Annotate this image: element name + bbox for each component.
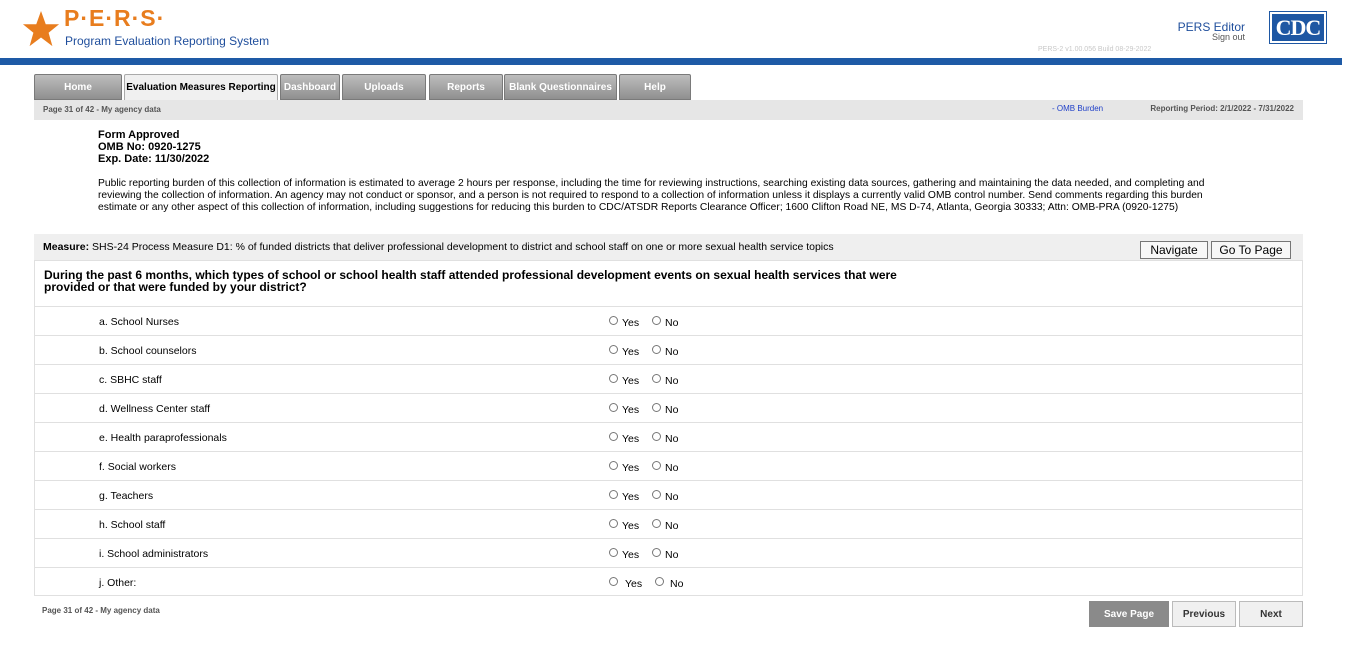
tab-help[interactable]: Help — [619, 74, 691, 100]
no-label[interactable]: No — [665, 462, 678, 474]
question-row: d. Wellness Center staff Yes No — [35, 393, 1302, 422]
previous-button[interactable]: Previous — [1172, 601, 1236, 627]
yes-label[interactable]: Yes — [622, 520, 639, 532]
no-label[interactable]: No — [665, 491, 678, 503]
yes-label[interactable]: Yes — [625, 578, 642, 590]
cdc-logo: CDC — [1269, 11, 1327, 44]
question-row: h. School staff Yes No — [35, 509, 1302, 538]
row-label: h. School staff — [99, 519, 166, 531]
page-indicator: Page 31 of 42 - My agency data — [43, 105, 161, 114]
measure-bar: Measure: SHS-24 Process Measure D1: % of… — [34, 234, 1303, 260]
no-radio[interactable] — [652, 519, 661, 528]
tab-reports[interactable]: Reports — [429, 74, 503, 100]
yes-label[interactable]: Yes — [622, 317, 639, 329]
app-logo-subtitle: Program Evaluation Reporting System — [65, 34, 270, 48]
no-label[interactable]: No — [665, 520, 678, 532]
question-row: g. Teachers Yes No — [35, 480, 1302, 509]
no-radio[interactable] — [652, 345, 661, 354]
yes-label[interactable]: Yes — [622, 346, 639, 358]
yes-radio[interactable] — [609, 345, 618, 354]
reporting-period: Reporting Period: 2/1/2022 - 7/31/2022 — [1150, 104, 1294, 113]
yes-label[interactable]: Yes — [622, 375, 639, 387]
footer-page-indicator: Page 31 of 42 - My agency data — [42, 606, 160, 615]
form-approved-block: Form Approved OMB No: 0920-1275 Exp. Dat… — [98, 129, 209, 165]
measure-label: Measure: — [43, 241, 90, 253]
omb-number: OMB No: 0920-1275 — [98, 141, 201, 153]
no-label[interactable]: No — [670, 578, 683, 590]
sign-out-link[interactable]: Sign out — [1212, 32, 1245, 42]
no-radio[interactable] — [652, 432, 661, 441]
question-row: f. Social workers Yes No — [35, 451, 1302, 480]
no-label[interactable]: No — [665, 346, 678, 358]
version-info: PERS-2 v1.00.056 Build 08-29-2022 — [1038, 46, 1152, 53]
yes-radio[interactable] — [609, 461, 618, 470]
yes-radio[interactable] — [609, 403, 618, 412]
tab-dashboard[interactable]: Dashboard — [280, 74, 340, 100]
form-approved-label: Form Approved — [98, 129, 180, 141]
navigate-button[interactable]: Navigate — [1140, 241, 1208, 259]
row-label: d. Wellness Center staff — [99, 403, 211, 415]
yes-radio[interactable] — [609, 548, 618, 557]
star-logo-icon — [22, 10, 60, 47]
no-radio[interactable] — [652, 461, 661, 470]
row-label: e. Health paraprofessionals — [99, 432, 227, 444]
no-radio[interactable] — [652, 316, 661, 325]
question-row: a. School Nurses Yes No — [35, 306, 1302, 335]
measure-description: Measure: SHS-24 Process Measure D1: % of… — [43, 241, 834, 253]
row-label: a. School Nurses — [99, 316, 179, 328]
question-row: j. Other: Yes No — [35, 567, 1302, 596]
yes-label[interactable]: Yes — [622, 433, 639, 445]
no-radio[interactable] — [652, 403, 661, 412]
next-button[interactable]: Next — [1239, 601, 1303, 627]
question-panel: During the past 6 months, which types of… — [34, 260, 1303, 596]
question-row: i. School administrators Yes No — [35, 538, 1302, 567]
yes-radio[interactable] — [609, 432, 618, 441]
no-radio[interactable] — [652, 548, 661, 557]
omb-burden-link[interactable]: - OMB Burden — [1052, 104, 1103, 113]
no-radio[interactable] — [652, 374, 661, 383]
yes-radio[interactable] — [609, 490, 618, 499]
question-row: c. SBHC staff Yes No — [35, 364, 1302, 393]
burden-statement: Public reporting burden of this collecti… — [98, 178, 1205, 213]
no-radio[interactable] — [655, 577, 664, 586]
tab-uploads[interactable]: Uploads — [342, 74, 426, 100]
yes-radio[interactable] — [609, 577, 618, 586]
no-label[interactable]: No — [665, 433, 678, 445]
measure-text: SHS-24 Process Measure D1: % of funded d… — [92, 241, 834, 253]
no-radio[interactable] — [652, 490, 661, 499]
yes-label[interactable]: Yes — [622, 462, 639, 474]
tab-blank-questionnaires[interactable]: Blank Questionnaires — [504, 74, 617, 100]
question-text: During the past 6 months, which types of… — [44, 268, 897, 294]
no-label[interactable]: No — [665, 375, 678, 387]
no-label[interactable]: No — [665, 549, 678, 561]
row-label: j. Other: — [99, 577, 137, 589]
row-label: i. School administrators — [99, 548, 209, 560]
yes-radio[interactable] — [609, 316, 618, 325]
yes-label[interactable]: Yes — [622, 491, 639, 503]
tab-evaluation-measures-reporting[interactable]: Evaluation Measures Reporting — [124, 74, 278, 101]
row-label: f. Social workers — [99, 461, 177, 473]
yes-label[interactable]: Yes — [622, 549, 639, 561]
question-row: b. School counselors Yes No — [35, 335, 1302, 364]
no-label[interactable]: No — [665, 317, 678, 329]
row-label: b. School counselors — [99, 345, 197, 357]
save-page-button[interactable]: Save Page — [1089, 601, 1169, 627]
go-to-page-button[interactable]: Go To Page — [1211, 241, 1291, 259]
answer-rows: a. School Nurses Yes No b. School counselor… — [35, 306, 1302, 596]
row-label: c. SBHC staff — [99, 374, 162, 386]
page-info-bar: Page 31 of 42 - My agency data - OMB Bur… — [34, 100, 1303, 120]
header-divider — [0, 58, 1342, 65]
expiration-date: Exp. Date: 11/30/2022 — [98, 153, 210, 165]
app-logo-title[interactable]: P·E·R·S· — [64, 5, 165, 32]
yes-radio[interactable] — [609, 519, 618, 528]
no-label[interactable]: No — [665, 404, 678, 416]
row-label: g. Teachers — [99, 490, 154, 502]
tab-home[interactable]: Home — [34, 74, 122, 100]
yes-label[interactable]: Yes — [622, 404, 639, 416]
question-row: e. Health paraprofessionals Yes No — [35, 422, 1302, 451]
yes-radio[interactable] — [609, 374, 618, 383]
